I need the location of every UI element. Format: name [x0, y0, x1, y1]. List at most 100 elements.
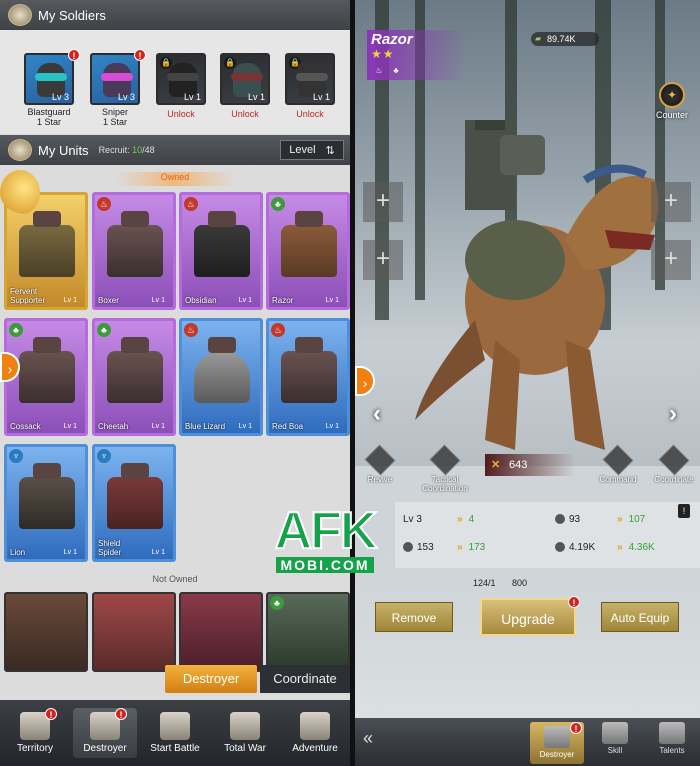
sort-icon: ⇅ — [325, 144, 335, 157]
locked-unit-card[interactable] — [4, 592, 88, 672]
alert-badge: ! — [68, 49, 80, 61]
stat-level-next: 4 — [457, 514, 475, 525]
sword-icon — [555, 514, 565, 525]
stats-panel: Lv 3 4 93 107 153 173 4.19K 4.36K — [395, 502, 700, 568]
unit-card[interactable]: ♨ Obsidian Lv 1 — [179, 192, 263, 310]
shield-icon — [403, 542, 413, 553]
unit-level: Lv 1 — [238, 297, 252, 304]
unit-level: Lv 1 — [325, 297, 339, 304]
nav-destroyer[interactable]: Destroyer ! — [73, 708, 137, 758]
prev-unit-arrow-icon[interactable]: ‹ — [373, 400, 381, 428]
skill-command[interactable]: Command — [597, 444, 639, 484]
unit-title: Razor — [371, 31, 413, 48]
locked-unit-card[interactable]: ♣ — [266, 592, 350, 672]
unit-card[interactable]: ♨ Boxer Lv 1 — [92, 192, 176, 310]
soldier-blastguard[interactable]: Lv 3 Blastguard 1 Star ! — [24, 49, 80, 127]
soldier-locked-1[interactable]: 🔒 Lv 1 Unlock — [156, 53, 206, 119]
sort-level-button[interactable]: Level ⇅ — [280, 140, 344, 160]
coordinate-icon — [658, 444, 690, 476]
unit-name: Cheetah — [98, 422, 129, 431]
upgrade-costs: 124/1 800 — [473, 578, 541, 588]
equip-slot-left-2[interactable]: + — [363, 240, 403, 280]
nav-total-war[interactable]: Total War — [213, 712, 277, 754]
locked-unit-card[interactable] — [92, 592, 176, 672]
unit-card[interactable]: ♨ Blue Lizard Lv 1 — [179, 318, 263, 436]
nav-adventure[interactable]: Adventure — [283, 712, 347, 754]
upgrade-button[interactable]: Upgrade — [480, 598, 576, 636]
bottom-nav: Territory ! Destroyer ! Start Battle Tot… — [0, 700, 350, 766]
skill-coordinate[interactable]: Coordinate — [653, 444, 695, 484]
unit-name: Shield Spider — [98, 539, 122, 557]
unit-name: Red Boa — [272, 422, 304, 431]
units-title: My Units — [38, 142, 89, 158]
soldier-portrait: 🔒 Lv 1 — [156, 53, 206, 105]
skill-revive[interactable]: Revive — [359, 444, 401, 484]
soldier-level: Lv 1 — [312, 92, 330, 102]
info-icon[interactable]: ! — [678, 504, 690, 518]
tab-coordinate[interactable]: Coordinate — [260, 665, 350, 693]
locked-unit-card[interactable] — [179, 592, 263, 672]
stat-hp: 4.19K — [555, 542, 595, 553]
tab-destroyer[interactable]: Destroyer — [165, 665, 257, 693]
flag-icon — [602, 444, 634, 476]
power-display: 89.74K — [531, 32, 599, 46]
razor-dinosaur-illustration — [415, 120, 659, 450]
soldier-portrait: Lv 3 — [90, 53, 140, 105]
unit-card[interactable]: ♣ Cossack Lv 1 — [4, 318, 88, 436]
stat-attack-next: 107 — [617, 514, 646, 525]
nature-type-icon: ♣ — [97, 323, 111, 337]
nav-start-battle[interactable]: Start Battle — [143, 712, 207, 754]
skill-tactical-coordination[interactable]: Tactical Coordination — [417, 444, 473, 493]
tactical-icon — [429, 444, 461, 476]
equip-slot-right-1[interactable]: + — [651, 182, 691, 222]
equip-slot-right-2[interactable]: + — [651, 240, 691, 280]
star-rating: ★★ — [371, 47, 395, 61]
water-type-icon: ♆ — [9, 449, 23, 463]
soldier-portrait: 🔒 Lv 1 — [220, 53, 270, 105]
next-unit-arrow-icon[interactable]: › — [669, 400, 677, 428]
soldier-locked-3[interactable]: 🔒 Lv 1 Unlock — [285, 53, 335, 119]
fire-type-icon: ♨ — [271, 323, 285, 337]
unlock-label: Unlock — [167, 109, 195, 119]
tent-icon — [300, 712, 330, 740]
soldier-portrait: Lv 3 — [24, 53, 74, 105]
back-arrow-icon[interactable]: « — [363, 728, 373, 749]
soldier-level: Lv 1 — [247, 92, 265, 102]
unit-name: Cossack — [10, 422, 41, 431]
soldier-level: Lv 1 — [183, 92, 201, 102]
nav-destroyer-detail[interactable]: Destroyer ! — [530, 722, 584, 764]
skill-icon — [602, 722, 628, 744]
unit-card[interactable]: ♨ Red Boa Lv 1 — [266, 318, 350, 436]
unit-card[interactable]: ♆ Lion Lv 1 — [4, 444, 88, 562]
cost-material: 124/1 — [473, 578, 496, 588]
nav-skill[interactable]: Skill — [588, 722, 642, 755]
soldiers-header: My Soldiers — [0, 0, 350, 30]
detail-nav: « Destroyer ! Skill Talents — [355, 718, 700, 766]
soldier-sniper[interactable]: Lv 3 Sniper 1 Star ! — [90, 49, 146, 127]
counter-button[interactable]: ✦ Counter — [652, 82, 692, 120]
owned-section-label: Owned — [115, 172, 235, 186]
soldier-locked-2[interactable]: 🔒 Lv 1 Unlock — [220, 53, 270, 119]
unit-card[interactable]: ♣ Cheetah Lv 1 — [92, 318, 176, 436]
nature-type-icon: ♣ — [270, 596, 284, 610]
soldiers-title: My Soldiers — [38, 7, 106, 23]
equip-slot-left-1[interactable]: + — [363, 182, 403, 222]
soldier-portrait: 🔒 Lv 1 — [285, 53, 335, 105]
unlock-label: Unlock — [296, 109, 324, 119]
remove-button[interactable]: Remove — [375, 602, 453, 632]
battle-power: 643 — [485, 454, 575, 476]
nav-talents[interactable]: Talents — [645, 722, 699, 755]
unit-level: Lv 1 — [325, 423, 339, 430]
unit-level: Lv 1 — [63, 423, 77, 430]
crossed-swords-icon — [160, 712, 190, 740]
unit-emblem-icon — [8, 139, 32, 161]
tutorial-pointer-icon — [0, 170, 40, 215]
soldier-emblem-icon — [8, 4, 32, 26]
auto-equip-button[interactable]: Auto Equip — [601, 602, 679, 632]
unlock-label: Unlock — [231, 109, 259, 119]
side-expand-tab[interactable]: › — [355, 366, 375, 396]
unit-name: Obsidian — [185, 296, 217, 305]
unit-card[interactable]: ♣ Razor Lv 1 — [266, 192, 350, 310]
unit-card[interactable]: ♆ Shield Spider Lv 1 — [92, 444, 176, 562]
nav-territory[interactable]: Territory ! — [3, 708, 67, 754]
